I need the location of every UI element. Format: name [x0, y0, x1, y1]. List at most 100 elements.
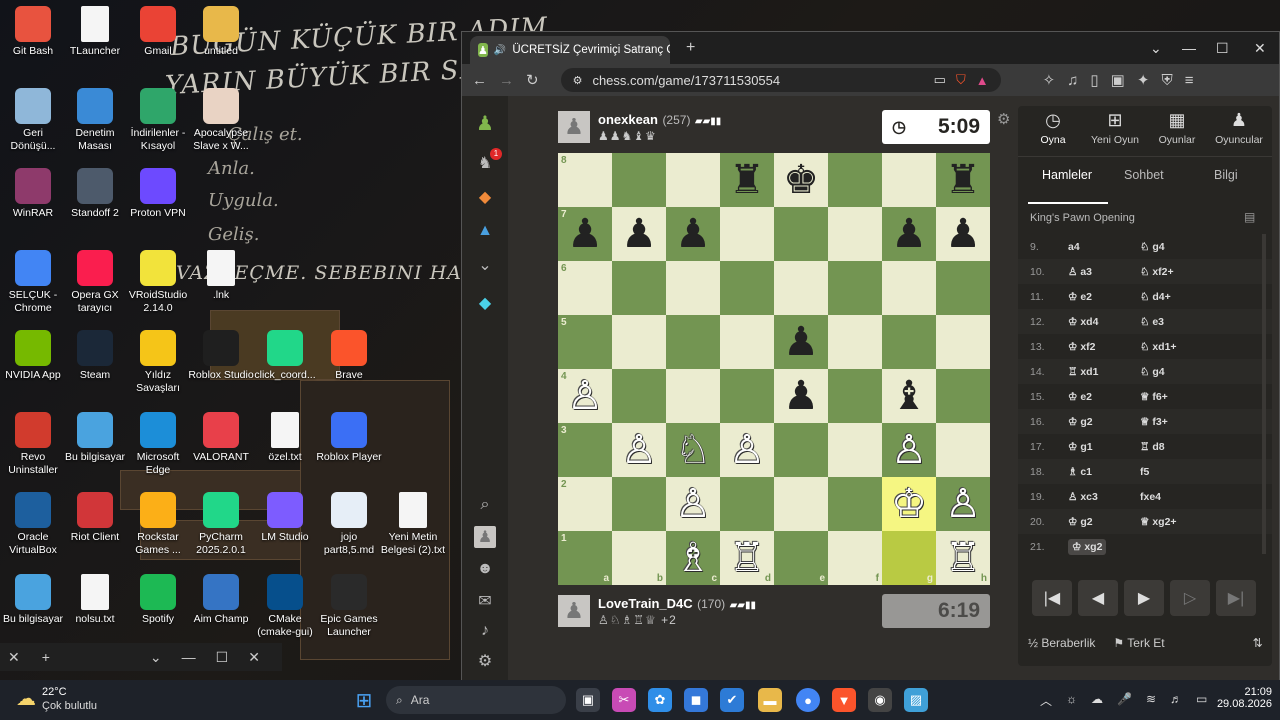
chess-logo-icon[interactable]: ♟ — [474, 112, 496, 135]
first-move-button[interactable]: |◀ — [1032, 580, 1072, 616]
white-move[interactable]: ♔ xf2 — [1068, 341, 1096, 353]
desktop-icon[interactable]: Steam — [62, 330, 128, 382]
white-move[interactable]: ♔ e2 — [1068, 391, 1092, 403]
tab-hamleler[interactable]: Hamleler — [1042, 168, 1092, 182]
forward-icon[interactable]: → — [499, 72, 514, 89]
square-g6[interactable] — [882, 261, 936, 315]
square-f1[interactable]: f — [828, 531, 882, 585]
chess-piece[interactable]: ♙ — [558, 369, 612, 423]
tray-chevron-icon[interactable]: ︿ — [1040, 692, 1052, 709]
white-move[interactable]: ♔ g2 — [1068, 416, 1093, 428]
new-tab-icon[interactable]: + — [42, 649, 50, 665]
volume-icon[interactable]: ♬ — [1170, 692, 1182, 709]
snipping-icon[interactable]: ✂ — [612, 688, 636, 712]
friends-icon[interactable]: ☻ — [474, 558, 496, 580]
brave-shield-icon[interactable]: ⛉ — [956, 72, 966, 88]
todo-icon[interactable]: ✔ — [720, 688, 744, 712]
black-move[interactable]: ♘ xd1+ — [1140, 341, 1230, 353]
chess-piece[interactable]: ♙ — [666, 477, 720, 531]
chess-piece[interactable]: ♔ — [882, 477, 936, 531]
square-g8[interactable] — [882, 153, 936, 207]
desktop-icon[interactable]: özel.txt — [252, 412, 318, 464]
messages-icon[interactable]: ✉ — [474, 590, 496, 612]
desktop-icon[interactable]: VALORANT — [188, 412, 254, 464]
chess-piece[interactable]: ♟ — [936, 207, 990, 261]
battery-icon[interactable]: ▭ — [1196, 692, 1207, 709]
desktop-icon[interactable]: Geri Dönüşü... — [0, 88, 66, 153]
panel-button-oyunlar[interactable]: ▦ Oyunlar — [1146, 110, 1208, 146]
white-move[interactable]: ♔ e2 — [1068, 291, 1092, 303]
brave-rewards-icon[interactable]: ▲ — [976, 73, 989, 88]
music-icon[interactable]: ♫ — [1067, 72, 1078, 89]
square-d7[interactable] — [720, 207, 774, 261]
wallet-icon[interactable]: ▣ — [1111, 71, 1125, 89]
chess-piece[interactable]: ♙ — [936, 477, 990, 531]
square-e2[interactable] — [774, 477, 828, 531]
square-a8[interactable]: 8 — [558, 153, 612, 207]
square-f6[interactable] — [828, 261, 882, 315]
black-move[interactable]: fxe4 — [1140, 491, 1230, 503]
desktop-icon[interactable]: Epic Games Launcher — [316, 574, 382, 639]
desktop-icon[interactable]: İndirilenler - Kısayol — [125, 88, 191, 153]
desktop-icon[interactable]: LM Studio — [252, 492, 318, 544]
desktop-icon[interactable]: Opera GX tarayıcı — [62, 250, 128, 315]
square-b4[interactable] — [612, 369, 666, 423]
chess-board[interactable]: 8 7 6 5 4 3 2 1 a b c d e f g h ♜ ♚ ♜ ♟ ♟ ♟ ♟ ♟ ♟ ♟ ♝ ♙ ♙ ♘ ♙ ♙ ♙ ♔ ♙ ♗ ♖ ♖ — [558, 153, 990, 585]
photos-icon[interactable]: ▨ — [904, 688, 928, 712]
square-d4[interactable] — [720, 369, 774, 423]
square-d6[interactable] — [720, 261, 774, 315]
square-f3[interactable] — [828, 423, 882, 477]
chess-piece[interactable]: ♟ — [558, 207, 612, 261]
square-b2[interactable] — [612, 477, 666, 531]
wifi-icon[interactable]: ≋ — [1146, 692, 1156, 709]
desktop-icon[interactable]: TLauncher — [62, 6, 128, 58]
task-view-icon[interactable]: ▣ — [576, 688, 600, 712]
taskbar-search[interactable]: ⌕ Ara — [386, 686, 566, 714]
square-b6[interactable] — [612, 261, 666, 315]
desktop-icon[interactable]: Denetim Masası — [62, 88, 128, 153]
desktop-icon[interactable]: Oracle VirtualBox — [0, 492, 66, 557]
black-move[interactable]: f5 — [1140, 466, 1230, 478]
move-list[interactable]: 9. a4 ♘ g4 10. ♙ a3 ♘ xf2+ 11. ♔ e2 ♘ d4+ 12. ♔ xd… — [1018, 234, 1272, 560]
desktop-icon[interactable]: jojo part8,5.md — [316, 492, 382, 557]
brave-taskbar-icon[interactable]: ▼ — [832, 688, 856, 712]
desktop-icon[interactable]: PyCharm 2025.2.0.1 — [188, 492, 254, 557]
desktop-icon[interactable]: Revo Uninstaller — [0, 412, 66, 477]
learn-icon[interactable]: ▲ — [474, 220, 496, 242]
square-e6[interactable] — [774, 261, 828, 315]
desktop-icon[interactable]: Riot Client — [62, 492, 128, 544]
tray-app-icon[interactable]: ☼ — [1066, 692, 1077, 709]
chrome-taskbar-icon[interactable]: ● — [796, 688, 820, 712]
desktop-icon[interactable]: Gmail — [125, 6, 191, 58]
weather-desc[interactable]: Çok bulutlu — [42, 700, 97, 712]
square-h4[interactable] — [936, 369, 990, 423]
obs-icon[interactable]: ◉ — [868, 688, 892, 712]
desktop-icon[interactable]: Spotify — [125, 574, 191, 626]
square-a2[interactable]: 2 — [558, 477, 612, 531]
black-move[interactable]: ♘ g4 — [1140, 241, 1230, 253]
desktop-icon[interactable]: Bu bilgisayar — [0, 574, 66, 626]
square-a6[interactable]: 6 — [558, 261, 612, 315]
square-f7[interactable] — [828, 207, 882, 261]
flip-board-icon[interactable]: ⇅ — [1253, 636, 1263, 650]
bottom-player-avatar[interactable]: ♟ — [558, 595, 590, 627]
chess-piece[interactable]: ♜ — [720, 153, 774, 207]
chess-piece[interactable]: ♙ — [720, 423, 774, 477]
extensions-icon[interactable]: ✧ — [1043, 71, 1056, 89]
bell-icon[interactable]: ♪ — [474, 620, 496, 642]
square-a3[interactable]: 3 — [558, 423, 612, 477]
square-g5[interactable] — [882, 315, 936, 369]
white-move[interactable]: a4 — [1068, 241, 1080, 253]
black-move[interactable]: ♕ xg2+ — [1140, 516, 1230, 528]
puzzles-icon[interactable]: ◆ — [474, 186, 496, 208]
speaker-icon[interactable]: 🔊 — [494, 45, 506, 56]
black-move[interactable]: ♘ g4 — [1140, 366, 1230, 378]
board-settings-icon[interactable]: ⚙ — [997, 110, 1010, 128]
desktop-icon[interactable]: Rockstar Games ... — [125, 492, 191, 557]
diamond-icon[interactable]: ◆ — [474, 292, 496, 314]
square-d5[interactable] — [720, 315, 774, 369]
start-icon[interactable]: ⊞ — [352, 688, 376, 712]
square-b1[interactable]: b — [612, 531, 666, 585]
chess-piece[interactable]: ♟ — [666, 207, 720, 261]
white-move[interactable]: ♔ g1 — [1068, 441, 1093, 453]
